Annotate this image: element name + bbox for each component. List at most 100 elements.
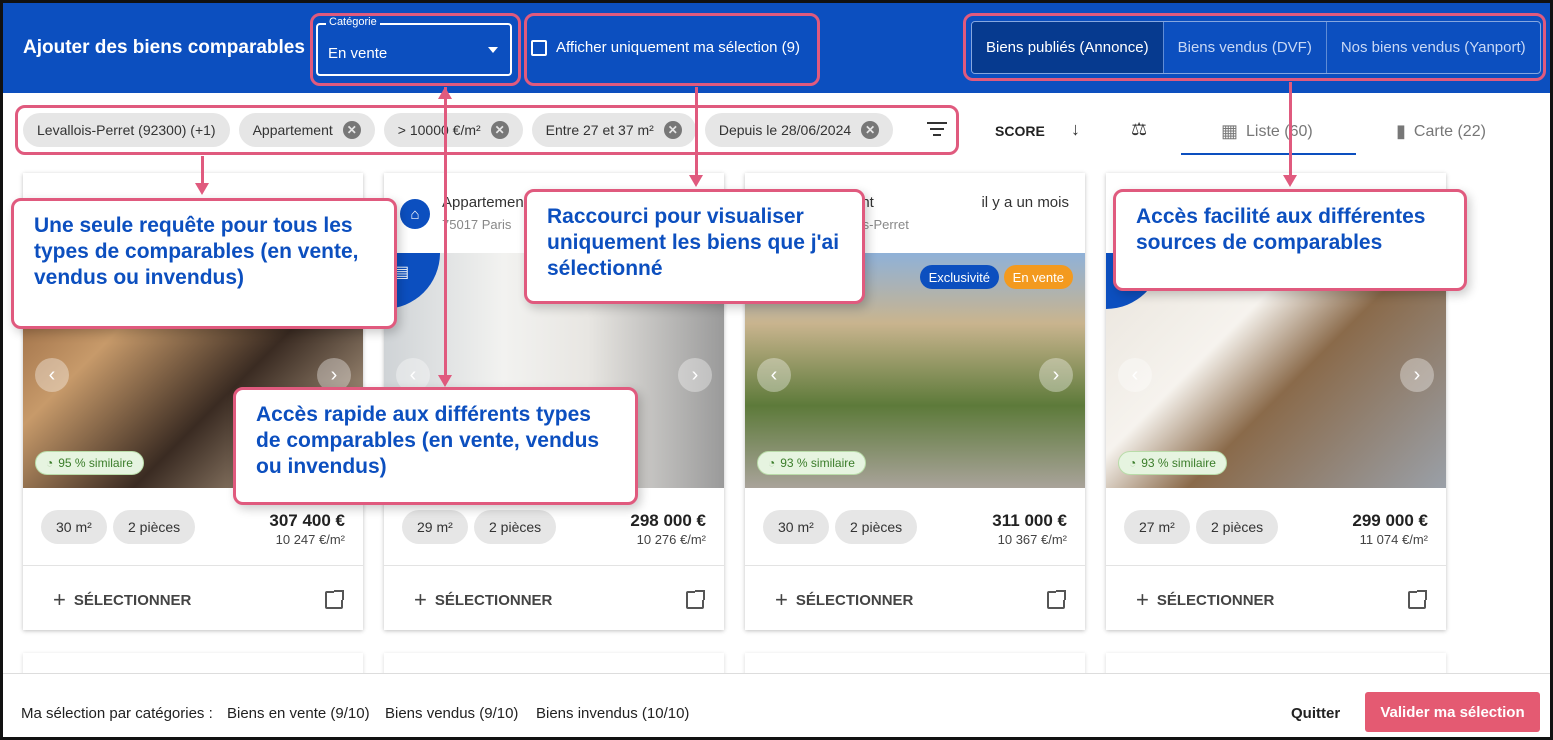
- callout-shortcut: Raccourci pour visualiser uniquement les…: [524, 189, 865, 304]
- my-selection-checkbox[interactable]: [531, 40, 547, 56]
- gauge-icon: ◔: [46, 456, 54, 470]
- dropdown-arrow-icon: [488, 47, 498, 53]
- select-button[interactable]: + SÉLECTIONNER: [414, 589, 552, 611]
- active-tab-indicator: [1181, 153, 1356, 155]
- property-address: 75017 Paris: [442, 217, 512, 232]
- price-per-m2: 10 367 €/m²: [997, 532, 1067, 547]
- chip-location[interactable]: Levallois-Perret (92300) (+1): [23, 113, 230, 147]
- close-icon[interactable]: ✕: [861, 121, 880, 139]
- category-label: Catégorie: [326, 16, 380, 28]
- filter-icon[interactable]: [927, 122, 947, 138]
- grid-icon: ▦: [1221, 121, 1239, 141]
- chevron-right-icon[interactable]: ›: [678, 358, 712, 392]
- rooms-pill: 2 pièces: [474, 510, 557, 544]
- select-button[interactable]: + SÉLECTIONNER: [53, 589, 191, 611]
- card-info: 27 m² 2 pièces 299 000 € 11 074 €/m²: [1106, 488, 1446, 566]
- quit-button[interactable]: Quitter: [1291, 705, 1340, 722]
- similarity-label: 93 % similaire: [780, 456, 855, 470]
- card-info: 30 m² 2 pièces 311 000 € 10 367 €/m²: [745, 488, 1085, 566]
- tab-list-label: Liste (60): [1246, 122, 1313, 140]
- filter-chips: Levallois-Perret (92300) (+1) Appartemen…: [23, 113, 894, 147]
- chip-label: Appartement: [252, 122, 333, 138]
- price: 307 400 €: [269, 511, 345, 530]
- chip-surface[interactable]: Entre 27 et 37 m² ✕: [531, 113, 696, 147]
- price-per-m2: 11 074 €/m²: [1359, 532, 1428, 547]
- chip-label: > 10000 €/m²: [397, 122, 481, 138]
- price: 298 000 €: [630, 511, 706, 530]
- chevron-left-icon[interactable]: ‹: [757, 358, 791, 392]
- arrow-down-pointer: [195, 183, 209, 195]
- footer-bar: Ma sélection par catégories : Biens en v…: [3, 673, 1550, 737]
- similarity-badge: ◔ 95 % similaire: [35, 451, 144, 475]
- validate-selection-button[interactable]: Valider ma sélection: [1365, 692, 1540, 732]
- price-per-m2: 10 276 €/m²: [636, 532, 706, 547]
- close-icon[interactable]: ✕: [342, 121, 361, 139]
- arrow-down-pointer: [689, 175, 703, 187]
- rooms-pill: 2 pièces: [835, 510, 918, 544]
- price: 299 000 €: [1352, 511, 1428, 530]
- top-bar: Ajouter des biens comparables Catégorie …: [3, 3, 1550, 93]
- source-toggle-group: Biens publiés (Annonce) Biens vendus (DV…: [971, 21, 1541, 74]
- arrow-down-icon[interactable]: ↓: [1071, 119, 1080, 140]
- chip-label: Depuis le 28/06/2024: [718, 122, 852, 138]
- listing-date: il y a un mois: [981, 194, 1069, 211]
- source-dvf[interactable]: Biens vendus (DVF): [1162, 22, 1326, 73]
- similarity-badge: ◔ 93 % similaire: [757, 451, 866, 475]
- source-yanport[interactable]: Nos biens vendus (Yanport): [1325, 22, 1540, 73]
- chevron-left-icon[interactable]: ‹: [1118, 358, 1152, 392]
- similarity-label: 93 % similaire: [1141, 456, 1216, 470]
- plus-icon: +: [53, 587, 66, 612]
- category-value: En vente: [328, 45, 388, 62]
- external-link-icon[interactable]: [325, 590, 344, 609]
- tab-map[interactable]: ▮ Carte (22): [1396, 121, 1486, 142]
- chip-date[interactable]: Depuis le 28/06/2024 ✕: [704, 113, 894, 147]
- tab-map-label: Carte (22): [1413, 122, 1486, 140]
- area-pill: 29 m²: [402, 510, 468, 544]
- similarity-badge: ◔ 93 % similaire: [1118, 451, 1227, 475]
- gauge-icon: ◔: [768, 456, 776, 470]
- external-link-icon[interactable]: [686, 590, 705, 609]
- map-icon: ▮: [1396, 121, 1406, 141]
- for-sale-badge: En vente: [1003, 265, 1073, 289]
- select-button[interactable]: + SÉLECTIONNER: [1136, 589, 1274, 611]
- page-title: Ajouter des biens comparables: [23, 37, 305, 58]
- plus-icon: +: [775, 587, 788, 612]
- plus-icon: +: [414, 587, 427, 612]
- summary-unsold: Biens invendus (10/10): [536, 705, 690, 722]
- chip-price-m2[interactable]: > 10000 €/m² ✕: [383, 113, 523, 147]
- arrow-up-pointer: [438, 87, 452, 99]
- selection-summary-label: Ma sélection par catégories :: [21, 705, 213, 722]
- source-published[interactable]: Biens publiés (Annonce): [972, 22, 1163, 73]
- chevron-right-icon[interactable]: ›: [1400, 358, 1434, 392]
- chip-label: Levallois-Perret (92300) (+1): [37, 122, 216, 138]
- chevron-right-icon[interactable]: ›: [1039, 358, 1073, 392]
- select-button[interactable]: + SÉLECTIONNER: [775, 589, 913, 611]
- similarity-label: 95 % similaire: [58, 456, 133, 470]
- home-icon: ⌂: [400, 199, 430, 229]
- callout-one-query: Une seule requête pour tous les types de…: [11, 198, 397, 329]
- area-pill: 30 m²: [41, 510, 107, 544]
- close-icon[interactable]: ✕: [490, 121, 509, 139]
- connector-line: [201, 156, 204, 186]
- close-icon[interactable]: ✕: [663, 121, 682, 139]
- summary-sold: Biens vendus (9/10): [385, 705, 519, 722]
- chip-property-type[interactable]: Appartement ✕: [238, 113, 375, 147]
- select-label: SÉLECTIONNER: [434, 591, 553, 609]
- rooms-pill: 2 pièces: [1196, 510, 1279, 544]
- gauge-icon: ◔: [1129, 456, 1137, 470]
- tab-list[interactable]: ▦ Liste (60): [1221, 121, 1313, 142]
- price-per-m2: 10 247 €/m²: [275, 532, 345, 547]
- select-label: SÉLECTIONNER: [795, 591, 914, 609]
- exclusive-badge: Exclusivité: [919, 265, 999, 289]
- connector-line: [444, 87, 447, 377]
- my-selection-label[interactable]: Afficher uniquement ma sélection (9): [556, 39, 800, 56]
- external-link-icon[interactable]: [1047, 590, 1066, 609]
- area-pill: 27 m²: [1124, 510, 1190, 544]
- select-label: SÉLECTIONNER: [1156, 591, 1275, 609]
- compare-icon[interactable]: ⚖: [1131, 119, 1147, 140]
- chevron-left-icon[interactable]: ‹: [35, 358, 69, 392]
- category-select[interactable]: Catégorie En vente: [316, 16, 512, 76]
- sort-label[interactable]: SCORE: [995, 123, 1045, 139]
- arrow-down-pointer: [1283, 175, 1297, 187]
- external-link-icon[interactable]: [1408, 590, 1427, 609]
